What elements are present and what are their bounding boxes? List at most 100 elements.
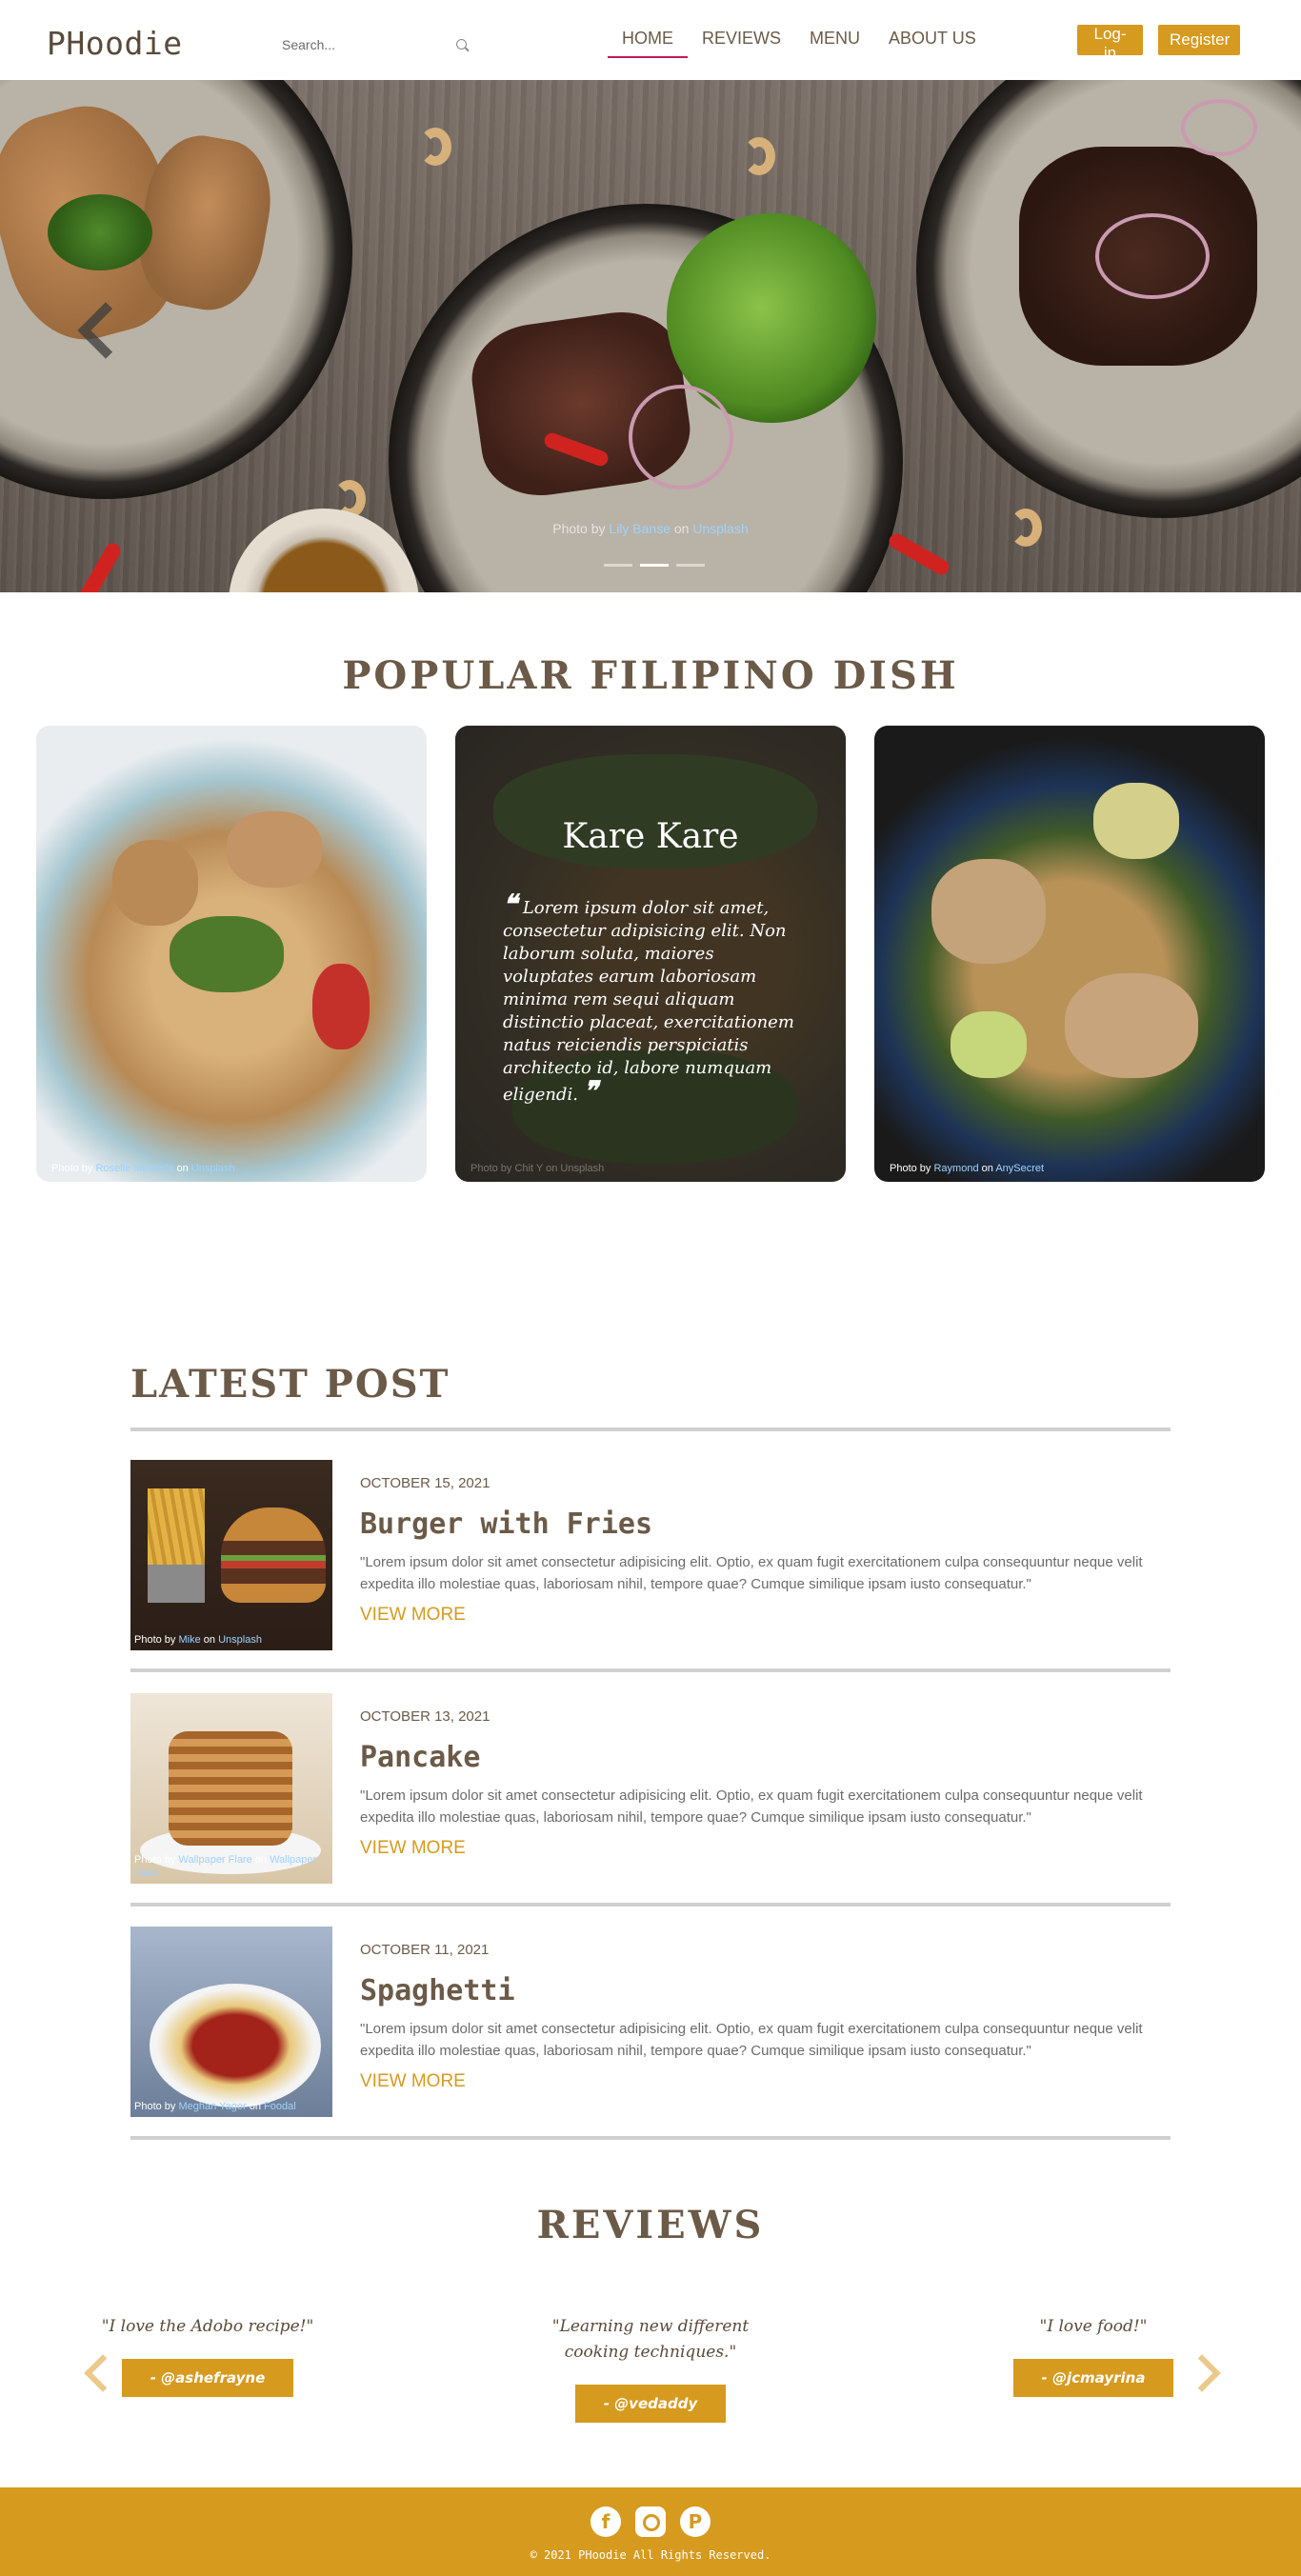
- view-more-link[interactable]: VIEW MORE: [360, 2071, 466, 2092]
- divider: [130, 1903, 1171, 1907]
- credit-site-link[interactable]: Unsplash: [191, 1163, 235, 1174]
- food-meat: [227, 811, 322, 888]
- food-fries: [148, 1488, 205, 1603]
- dish-card[interactable]: Photo by Roselle Melanda on Unsplash: [36, 726, 427, 1182]
- facebook-glyph: f: [601, 2510, 610, 2533]
- post-excerpt: "Lorem ipsum dolor sit amet consectetur …: [360, 1554, 1143, 1592]
- login-button[interactable]: Log-in: [1077, 25, 1143, 62]
- instagram-icon[interactable]: [635, 2506, 666, 2537]
- food-potato: [951, 1011, 1027, 1078]
- credit-text: Photo by: [890, 1163, 934, 1174]
- popular-title: POPULAR FILIPINO DISH: [342, 653, 959, 698]
- review-quote: "I love food!": [1039, 2317, 1148, 2336]
- credit-text: Photo by: [134, 2101, 179, 2112]
- post-date: OCTOBER 13, 2021: [360, 1708, 490, 1725]
- credit-text: on: [200, 1634, 219, 1646]
- review-author-button[interactable]: - @jcmayrina: [1012, 2359, 1174, 2397]
- food-herb: [48, 194, 152, 270]
- credit-site-link[interactable]: Unsplash: [218, 1634, 262, 1646]
- dish-card-featured[interactable]: Kare Kare ❝ Lorem ipsum dolor sit amet, …: [455, 726, 846, 1182]
- food-greens: [170, 916, 284, 992]
- food-burger: [221, 1508, 326, 1603]
- view-more-link[interactable]: VIEW MORE: [360, 1605, 466, 1626]
- credit-author-link[interactable]: Wallpaper Flare: [178, 1854, 251, 1866]
- credit-author-link[interactable]: Mike: [178, 1634, 200, 1646]
- footer: f P © 2021 PHoodie All Rights Reserved.: [0, 2487, 1301, 2576]
- divider: [130, 1428, 1171, 1431]
- credit-text: on: [173, 1163, 191, 1174]
- carousel-prev-icon[interactable]: [67, 297, 114, 373]
- post-title[interactable]: Pancake: [360, 1741, 480, 1774]
- post-image[interactable]: Photo by Wallpaper Flare on Wallpaper Fl…: [130, 1693, 332, 1884]
- credit-text: Photo by: [134, 1634, 179, 1646]
- review-quote: "I love the Adobo recipe!": [101, 2317, 314, 2336]
- food-meat: [112, 840, 198, 926]
- credit-text: Photo by: [134, 1854, 179, 1866]
- credit-site-link[interactable]: Unsplash: [692, 521, 748, 536]
- food-cashew: [743, 137, 775, 175]
- navbar: PHoodie HOME REVIEWS MENU ABOUT US Log-i…: [0, 0, 1301, 80]
- dish-card[interactable]: Photo by Raymond on AnySecret: [874, 726, 1265, 1182]
- card-quote-text: Lorem ipsum dolor sit amet, consectetur …: [503, 898, 794, 1105]
- credit-author-link[interactable]: Raymond: [933, 1163, 978, 1174]
- carousel-indicators: [604, 564, 705, 567]
- food-spaghetti: [150, 1984, 321, 2107]
- food-pancake: [169, 1731, 292, 1846]
- food-cashew: [419, 128, 451, 166]
- credit-site-link[interactable]: Foodal: [264, 2101, 296, 2112]
- post-excerpt: "Lorem ipsum dolor sit amet consectetur …: [360, 1787, 1143, 1826]
- quote-close-icon: ❞: [583, 1075, 598, 1107]
- carousel-indicator-active[interactable]: [640, 564, 669, 567]
- search-input[interactable]: [282, 32, 453, 57]
- post-title[interactable]: Spaghetti: [360, 1974, 515, 2007]
- copyright-text: © 2021 PHoodie All Rights Reserved.: [530, 2548, 771, 2562]
- credit-site-link[interactable]: AnySecret: [995, 1163, 1044, 1174]
- post-image[interactable]: Photo by Mike on Unsplash: [130, 1460, 332, 1650]
- review-quote: "Learning new different cooking techniqu…: [551, 2317, 750, 2362]
- hero-photo-credit: Photo by Lily Banse on Unsplash: [0, 521, 1301, 536]
- register-button[interactable]: Register: [1158, 25, 1240, 55]
- hero-carousel: Photo by Lily Banse on Unsplash: [0, 80, 1301, 592]
- food-onion: [629, 385, 733, 489]
- credit-text: on: [978, 1163, 996, 1174]
- card-photo-credit: Photo by Raymond on AnySecret: [890, 1163, 1044, 1174]
- menu-item-home[interactable]: HOME: [608, 25, 688, 58]
- menu-item-menu[interactable]: MENU: [795, 25, 874, 58]
- review-author-button[interactable]: - @vedaddy: [574, 2385, 727, 2423]
- search-box: [282, 32, 472, 57]
- post-date: OCTOBER 11, 2021: [360, 1942, 490, 1958]
- quote-open-icon: ❝: [503, 889, 518, 920]
- post-item: Photo by Mike on Unsplash OCTOBER 15, 20…: [130, 1460, 1171, 1650]
- post-image[interactable]: Photo by Meghan Yager on Foodal: [130, 1927, 332, 2117]
- main-menu: HOME REVIEWS MENU ABOUT US: [608, 25, 991, 58]
- post-title[interactable]: Burger with Fries: [360, 1508, 652, 1541]
- search-icon[interactable]: [456, 39, 467, 50]
- review-item: "I love food!" - @jcmayrina: [970, 2314, 1217, 2397]
- post-excerpt: "Lorem ipsum dolor sit amet consectetur …: [360, 2021, 1143, 2059]
- post-photo-credit: Photo by Meghan Yager on Foodal: [134, 2100, 330, 2113]
- credit-author-link[interactable]: Lily Banse: [609, 521, 671, 536]
- carousel-indicator[interactable]: [676, 564, 705, 567]
- card-title: Kare Kare: [562, 817, 739, 856]
- brand-logo[interactable]: PHoodie: [47, 25, 183, 62]
- latest-title: LATEST POST: [130, 1362, 450, 1407]
- food-potato: [1093, 783, 1179, 859]
- carousel-indicator[interactable]: [604, 564, 632, 567]
- divider: [130, 2136, 1171, 2140]
- credit-author-link[interactable]: Meghan Yager: [178, 2101, 246, 2112]
- pinterest-icon[interactable]: P: [680, 2506, 711, 2537]
- post-item: Photo by Wallpaper Flare on Wallpaper Fl…: [130, 1693, 1171, 1884]
- credit-text: on: [671, 521, 693, 536]
- food-onion: [1095, 213, 1210, 299]
- menu-item-about-us[interactable]: ABOUT US: [874, 25, 991, 58]
- credit-author-link[interactable]: Roselle Melanda: [95, 1163, 173, 1174]
- divider: [130, 1668, 1171, 1672]
- review-item: "I love the Adobo recipe!" - @ashefrayne: [84, 2314, 331, 2397]
- food-tomato: [312, 964, 370, 1049]
- menu-item-reviews[interactable]: REVIEWS: [688, 25, 795, 58]
- view-more-link[interactable]: VIEW MORE: [360, 1838, 466, 1859]
- card-quote: ❝ Lorem ipsum dolor sit amet, consectetu…: [503, 891, 808, 1107]
- food-chicken: [931, 859, 1046, 964]
- review-author-button[interactable]: - @ashefrayne: [121, 2359, 294, 2397]
- facebook-icon[interactable]: f: [590, 2506, 621, 2537]
